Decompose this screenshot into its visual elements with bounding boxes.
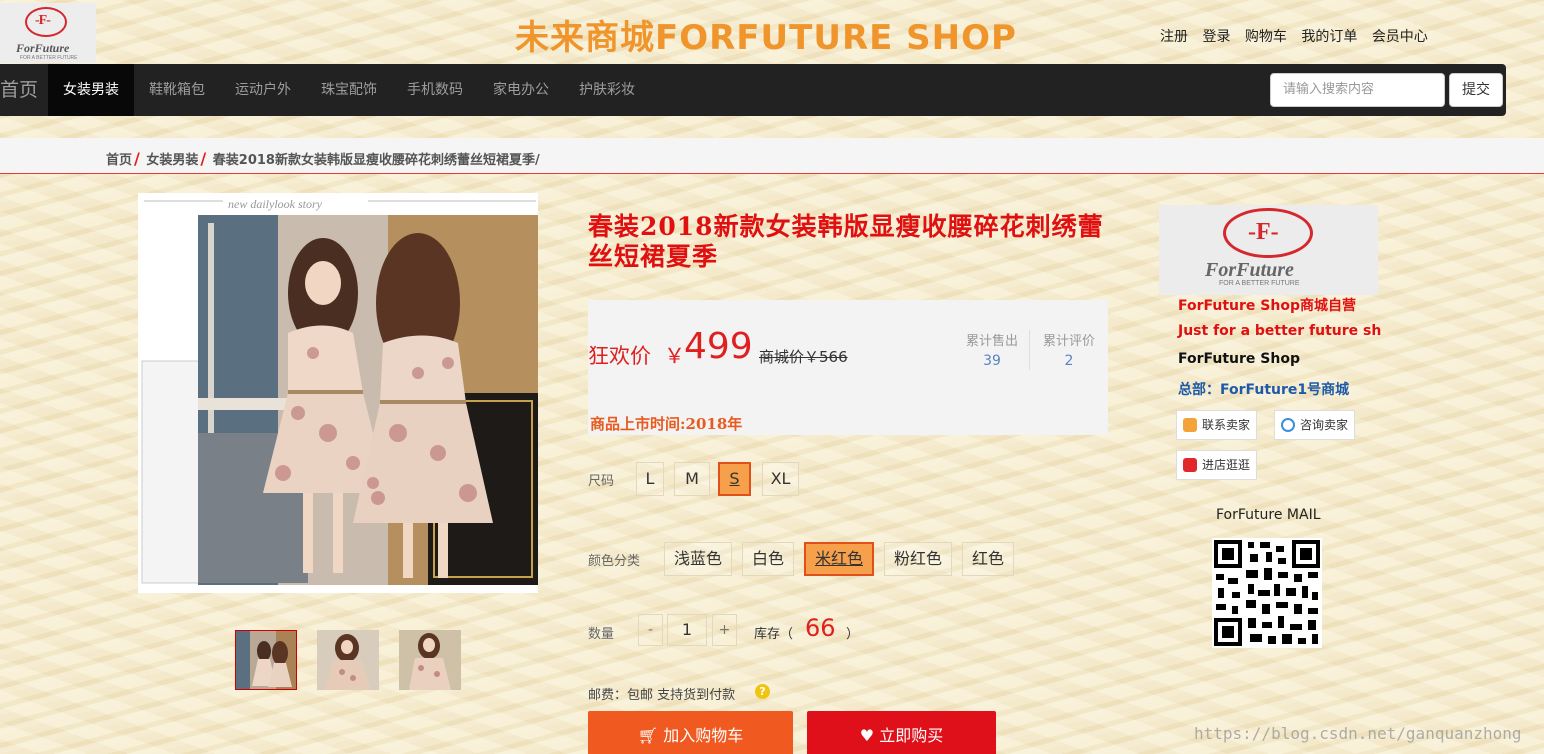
- color-option-selected[interactable]: 米红色: [804, 542, 874, 576]
- currency-symbol: ￥: [664, 344, 685, 368]
- shop-logo-text: ForFuture: [1205, 259, 1294, 281]
- price-box: 狂欢价 ￥ 499 商城价￥566 累计售出 39 累计评价 2 商品上市时间:…: [588, 300, 1108, 435]
- breadcrumb: 首页 / 女装男装 / 春装2018新款女装韩版显瘦收腰碎花刺绣蕾丝短裙夏季/: [106, 149, 540, 168]
- breadcrumb-bar: 首页 / 女装男装 / 春装2018新款女装韩版显瘦收腰碎花刺绣蕾丝短裙夏季/: [0, 138, 1544, 174]
- stock-label: 库存（: [754, 627, 794, 642]
- qr-code-icon: [1212, 538, 1322, 648]
- shop-logo-tagline: FOR A BETTER FUTURE: [1219, 280, 1300, 287]
- dress-photo: new dailylook story: [138, 193, 538, 593]
- member-center-link[interactable]: 会员中心: [1372, 29, 1428, 45]
- stock-label-close: ）: [846, 627, 860, 642]
- breadcrumb-current: 春装2018新款女装韩版显瘦收腰碎花刺绣蕾丝短裙夏季: [212, 153, 535, 168]
- logo-text: ForFuture: [16, 41, 70, 55]
- visit-store-button[interactable]: 进店逛逛: [1176, 450, 1258, 480]
- sold-count: 累计售出 39: [954, 330, 1030, 369]
- shop-slogan: Just for a better future sh: [1178, 323, 1382, 339]
- stock-value: 66: [805, 614, 836, 642]
- quantity-minus-button[interactable]: -: [638, 614, 663, 646]
- color-option[interactable]: 红色: [962, 542, 1014, 576]
- store-icon: [1183, 458, 1197, 472]
- breadcrumb-slash: /: [534, 153, 540, 168]
- breadcrumb-separator: /: [200, 149, 207, 168]
- nav-item-appliances[interactable]: 家电办公: [478, 64, 564, 116]
- contact-seller-label: 联系卖家: [1202, 418, 1251, 432]
- reviews-label: 累计评价: [1042, 334, 1095, 349]
- my-orders-link[interactable]: 我的订单: [1301, 29, 1357, 45]
- register-link[interactable]: 注册: [1160, 29, 1188, 45]
- question-icon[interactable]: ?: [755, 684, 770, 699]
- price-label: 狂欢价: [588, 344, 651, 368]
- buy-now-label: 立即购买: [879, 726, 944, 745]
- breadcrumb-separator: /: [134, 149, 140, 168]
- size-option-selected[interactable]: S: [718, 462, 751, 496]
- size-option[interactable]: M: [674, 462, 710, 496]
- phone-icon: [1183, 418, 1197, 432]
- sold-label: 累计售出: [965, 334, 1018, 349]
- size-label: 尺码: [588, 474, 615, 489]
- product-thumbnail[interactable]: [399, 630, 461, 690]
- quantity-plus-button[interactable]: +: [712, 614, 737, 646]
- add-to-cart-label: 加入购物车: [663, 726, 744, 745]
- image-caption: new dailylook story: [228, 197, 323, 211]
- logo-emblem-icon: -F-: [25, 7, 67, 37]
- nav-item-digital[interactable]: 手机数码: [392, 64, 478, 116]
- main-navbar: 首页 女装男装 鞋靴箱包 运动户外 珠宝配饰 手机数码 家电办公 护肤彩妆 请输…: [0, 64, 1506, 116]
- nav-item-cosmetics[interactable]: 护肤彩妆: [564, 64, 650, 116]
- color-option[interactable]: 粉红色: [884, 542, 952, 576]
- quantity-label: 数量: [588, 627, 615, 642]
- logo-tagline: FOR A BETTER FUTURE: [20, 55, 78, 61]
- shop-name: ForFuture Shop商城自营: [1178, 298, 1356, 314]
- shop-logo[interactable]: -F- ForFuture FOR A BETTER FUTURE: [1159, 205, 1378, 295]
- sold-value: 39: [983, 353, 1001, 369]
- buy-now-button[interactable]: ♥ 立即购买: [807, 711, 996, 754]
- shop-headquarters: 总部：ForFuture1号商城: [1178, 382, 1350, 398]
- size-option[interactable]: XL: [762, 462, 799, 496]
- contact-seller-button[interactable]: 联系卖家: [1176, 410, 1258, 440]
- nav-home-link[interactable]: 首页: [0, 64, 48, 116]
- cart-icon: 🛒︎: [637, 726, 664, 745]
- color-option[interactable]: 白色: [742, 542, 794, 576]
- review-count[interactable]: 累计评价 2: [1031, 330, 1107, 369]
- product-thumbnail[interactable]: [317, 630, 379, 690]
- shipping-info: 邮费：包邮 支持货到付款: [588, 688, 736, 703]
- login-link[interactable]: 登录: [1202, 29, 1230, 45]
- original-price: 商城价￥566: [759, 348, 848, 366]
- product-main-image: new dailylook story: [138, 193, 538, 593]
- visit-store-label: 进店逛逛: [1202, 458, 1251, 472]
- product-thumbnail[interactable]: [235, 630, 297, 690]
- price-value: 499: [684, 326, 753, 367]
- chat-icon: [1281, 418, 1295, 432]
- consult-seller-label: 咨询卖家: [1300, 418, 1349, 432]
- nav-item-sports-outdoor[interactable]: 运动户外: [220, 64, 306, 116]
- size-option[interactable]: L: [636, 462, 664, 496]
- stat-divider: [1029, 330, 1030, 370]
- shop-emblem-icon: -F-: [1223, 208, 1313, 258]
- nav-item-jewelry[interactable]: 珠宝配饰: [306, 64, 392, 116]
- product-title: 春装2018新款女装韩版显瘦收腰碎花刺绣蕾丝短裙夏季: [588, 212, 1104, 271]
- heart-icon: ♥: [859, 726, 880, 745]
- launch-time: 商品上市时间:2018年: [590, 415, 743, 433]
- site-title: 未来商城FORFUTURE SHOP: [515, 18, 1017, 58]
- cart-link[interactable]: 购物车: [1245, 29, 1287, 45]
- site-logo[interactable]: -F- ForFuture FOR A BETTER FUTURE: [0, 3, 96, 63]
- breadcrumb-home[interactable]: 首页: [106, 153, 132, 168]
- nav-item-shoes-bags[interactable]: 鞋靴箱包: [134, 64, 220, 116]
- color-option[interactable]: 浅蓝色: [664, 542, 732, 576]
- consult-seller-button[interactable]: 咨询卖家: [1274, 410, 1356, 440]
- watermark-text: https://blog.csdn.net/ganquanzhong: [1194, 724, 1522, 743]
- reviews-value: 2: [1064, 353, 1074, 369]
- shop-brand: ForFuture Shop: [1178, 351, 1300, 367]
- breadcrumb-category[interactable]: 女装男装: [146, 153, 198, 168]
- search-input[interactable]: 请输入搜索内容: [1270, 73, 1445, 107]
- add-to-cart-button[interactable]: 🛒︎ 加入购物车: [588, 711, 793, 754]
- color-label: 颜色分类: [588, 554, 641, 569]
- top-links: 注册 登录 购物车 我的订单 会员中心: [1160, 26, 1438, 46]
- nav-item-women-men[interactable]: 女装男装: [48, 64, 134, 116]
- search-submit-button[interactable]: 提交: [1449, 73, 1503, 107]
- quantity-input[interactable]: 1: [667, 614, 707, 646]
- mail-title: ForFuture MAIL: [1216, 507, 1321, 523]
